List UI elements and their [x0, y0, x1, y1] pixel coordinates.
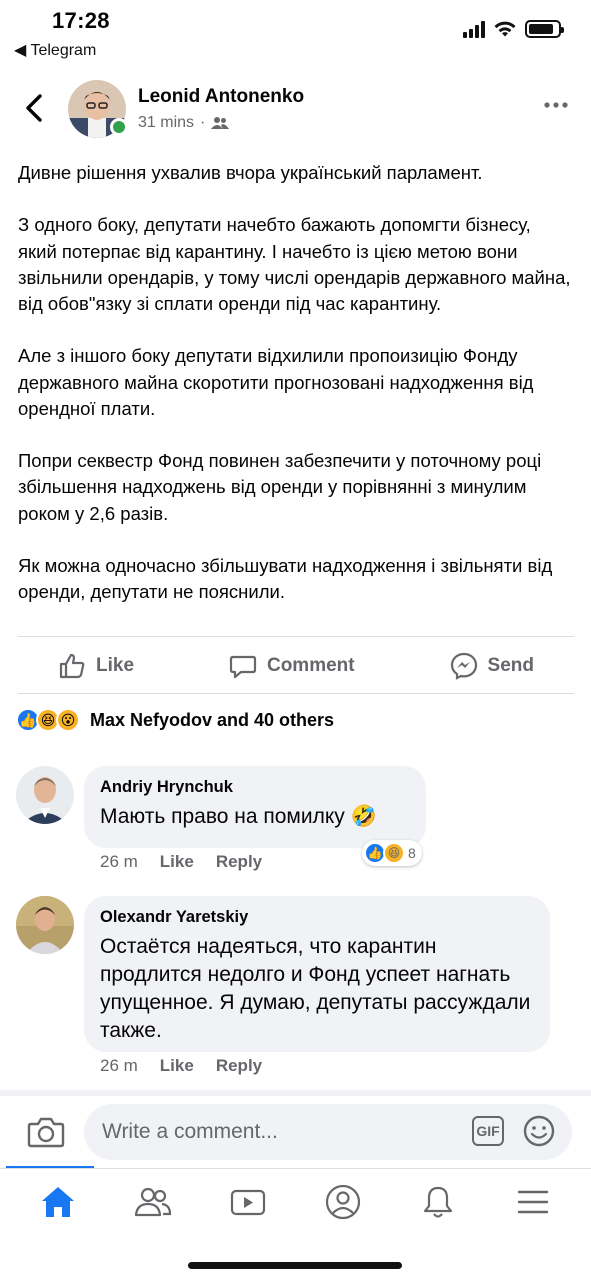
post-paragraph: З одного боку, депутати начебто бажають …: [18, 214, 571, 314]
comment-time: 26 m: [100, 1056, 138, 1075]
comment-like-button[interactable]: Like: [160, 852, 194, 872]
comment-time: 26 m: [100, 852, 138, 871]
status-bar: 17:28 ◀ Telegram: [0, 0, 591, 66]
back-arrow-icon[interactable]: [20, 90, 50, 126]
comment-bubble[interactable]: Andriy Hrynchuk Мають право на помилку 🤣: [84, 766, 426, 848]
reaction-icons: 👍 😆 😮: [16, 708, 80, 732]
battery-level-fill: [529, 24, 553, 34]
author-avatar[interactable]: [68, 80, 128, 138]
emoji-icon[interactable]: [522, 1114, 556, 1148]
send-label: Send: [487, 655, 534, 676]
bottom-navigation: [0, 1168, 591, 1234]
nav-profile[interactable]: [313, 1177, 373, 1227]
home-icon: [41, 1186, 74, 1217]
post-paragraph: Але з іншого боку депутати відхилили про…: [18, 345, 534, 419]
comment-author[interactable]: Olexandr Yaretskiy: [100, 908, 534, 927]
divider: [18, 636, 574, 637]
nav-home[interactable]: [28, 1177, 88, 1227]
post-paragraph: Дивне рішення ухвалив вчора український …: [18, 162, 483, 183]
cellular-signal-icon: [463, 20, 485, 38]
wow-reaction-icon: 😮: [56, 708, 80, 732]
post-paragraph: Як можна одночасно збільшувати надходжен…: [18, 554, 553, 603]
messenger-icon: [450, 652, 477, 680]
post-header: Leonid Antonenko 31 mins ·: [0, 78, 591, 142]
comment-bubble-icon: [229, 655, 257, 679]
profile-icon: [325, 1184, 361, 1219]
comment-meta: 26 m Like Reply: [100, 1056, 262, 1076]
comment-reaction-count: 8: [408, 845, 416, 861]
comment-item: Olexandr Yaretskiy Остаётся надеяться, ч…: [16, 896, 576, 1086]
nav-friends[interactable]: [123, 1177, 183, 1227]
more-options-icon[interactable]: [543, 100, 569, 110]
post-actions: Like Comment Send: [18, 640, 574, 692]
comment-meta: 26 m Like Reply: [100, 852, 262, 872]
haha-reaction-icon: 😆: [383, 842, 405, 864]
nav-notifications[interactable]: [408, 1177, 468, 1227]
comment-reply-button[interactable]: Reply: [216, 852, 262, 872]
post-author-name[interactable]: Leonid Antonenko: [138, 86, 304, 108]
friends-audience-icon: [211, 117, 230, 129]
send-button[interactable]: Send: [450, 652, 534, 680]
friends-icon: [134, 1187, 171, 1216]
online-status-dot: [110, 118, 128, 136]
gif-button[interactable]: GIF: [472, 1116, 504, 1146]
like-button[interactable]: Like: [58, 652, 134, 680]
post-body: Дивне рішення ухвалив вчора український …: [18, 160, 573, 632]
comment-bubble[interactable]: Olexandr Yaretskiy Остаётся надеяться, ч…: [84, 896, 550, 1052]
comment-text: Мають право на помилку 🤣: [100, 805, 377, 828]
post-meta: 31 mins ·: [138, 114, 230, 132]
back-to-telegram-link[interactable]: ◀ Telegram: [14, 40, 96, 60]
section-separator: [0, 1090, 591, 1096]
nav-watch[interactable]: [218, 1177, 278, 1227]
divider: [18, 693, 574, 694]
commenter-avatar[interactable]: [16, 766, 74, 824]
comment-label: Comment: [266, 655, 355, 676]
comment-reply-button[interactable]: Reply: [216, 1056, 262, 1076]
wifi-icon: [494, 21, 516, 37]
comment-item: Andriy Hrynchuk Мають право на помилку 🤣…: [16, 766, 576, 878]
meta-separator: ·: [200, 114, 206, 131]
commenter-avatar[interactable]: [16, 896, 74, 954]
comment-author[interactable]: Andriy Hrynchuk: [100, 778, 410, 797]
notifications-icon: [424, 1186, 453, 1218]
menu-icon: [518, 1190, 549, 1213]
reactions-summary[interactable]: 👍 😆 😮 Max Nefyodov and 40 others: [16, 708, 334, 732]
status-time: 17:28: [52, 8, 110, 33]
status-icons: [463, 20, 564, 38]
reactions-summary-text: Max Nefyodov and 40 others: [90, 709, 335, 730]
nav-menu[interactable]: [503, 1177, 563, 1227]
home-indicator: [188, 1262, 402, 1269]
post-paragraph: Попри секвестр Фонд повинен забезпечити …: [18, 450, 542, 524]
battery-icon: [525, 20, 564, 38]
thumbs-up-icon: [59, 653, 85, 679]
comment-button[interactable]: Comment: [229, 652, 355, 680]
post-time[interactable]: 31 mins: [138, 114, 194, 132]
like-label: Like: [96, 655, 135, 676]
comment-text: Остаётся надеяться, что карантин продлит…: [100, 935, 531, 1042]
comment-composer: GIF: [0, 1100, 591, 1166]
comment-reactions[interactable]: 👍 😆 8: [362, 840, 422, 866]
comment-like-button[interactable]: Like: [160, 1056, 194, 1076]
camera-icon[interactable]: [26, 1112, 66, 1152]
watch-icon: [230, 1189, 265, 1215]
